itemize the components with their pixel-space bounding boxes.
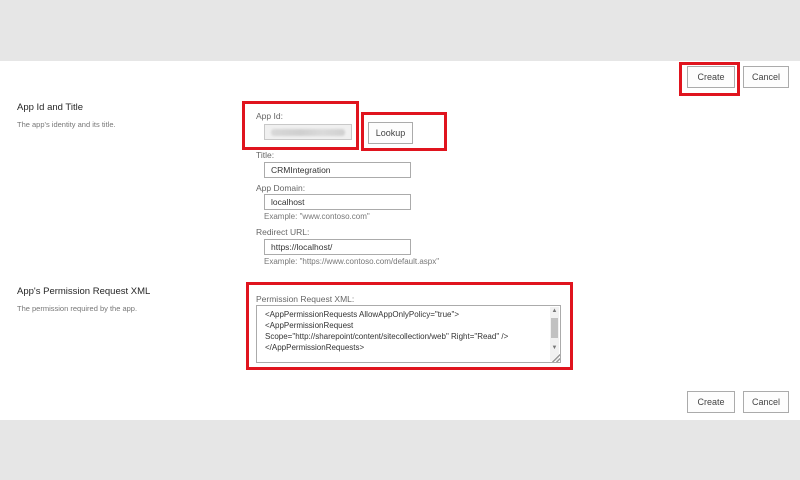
- permission-section-description: The permission required by the app.: [17, 304, 138, 313]
- app-domain-example: Example: "www.contoso.com": [264, 212, 370, 221]
- redirect-url-label: Redirect URL:: [256, 227, 310, 237]
- create-button-bottom[interactable]: Create: [687, 391, 735, 413]
- cancel-button-bottom[interactable]: Cancel: [743, 391, 789, 413]
- cancel-button-top[interactable]: Cancel: [743, 66, 789, 88]
- permission-section-title: App's Permission Request XML: [17, 286, 151, 297]
- lookup-button-highlight: [361, 112, 447, 151]
- app-domain-input[interactable]: localhost: [264, 194, 411, 210]
- permission-xml-highlight: [246, 282, 573, 370]
- redirect-url-input[interactable]: https://localhost/: [264, 239, 411, 255]
- app-id-section-title: App Id and Title: [17, 102, 84, 113]
- create-button-highlight: [679, 62, 740, 96]
- redirect-url-example: Example: "https://www.contoso.com/defaul…: [264, 257, 440, 266]
- title-label: Title:: [256, 150, 275, 160]
- app-domain-label: App Domain:: [256, 183, 306, 193]
- app-id-section-description: The app's identity and its title.: [17, 120, 116, 129]
- title-input[interactable]: CRMIntegration: [264, 162, 411, 178]
- app-id-highlight: [242, 101, 359, 150]
